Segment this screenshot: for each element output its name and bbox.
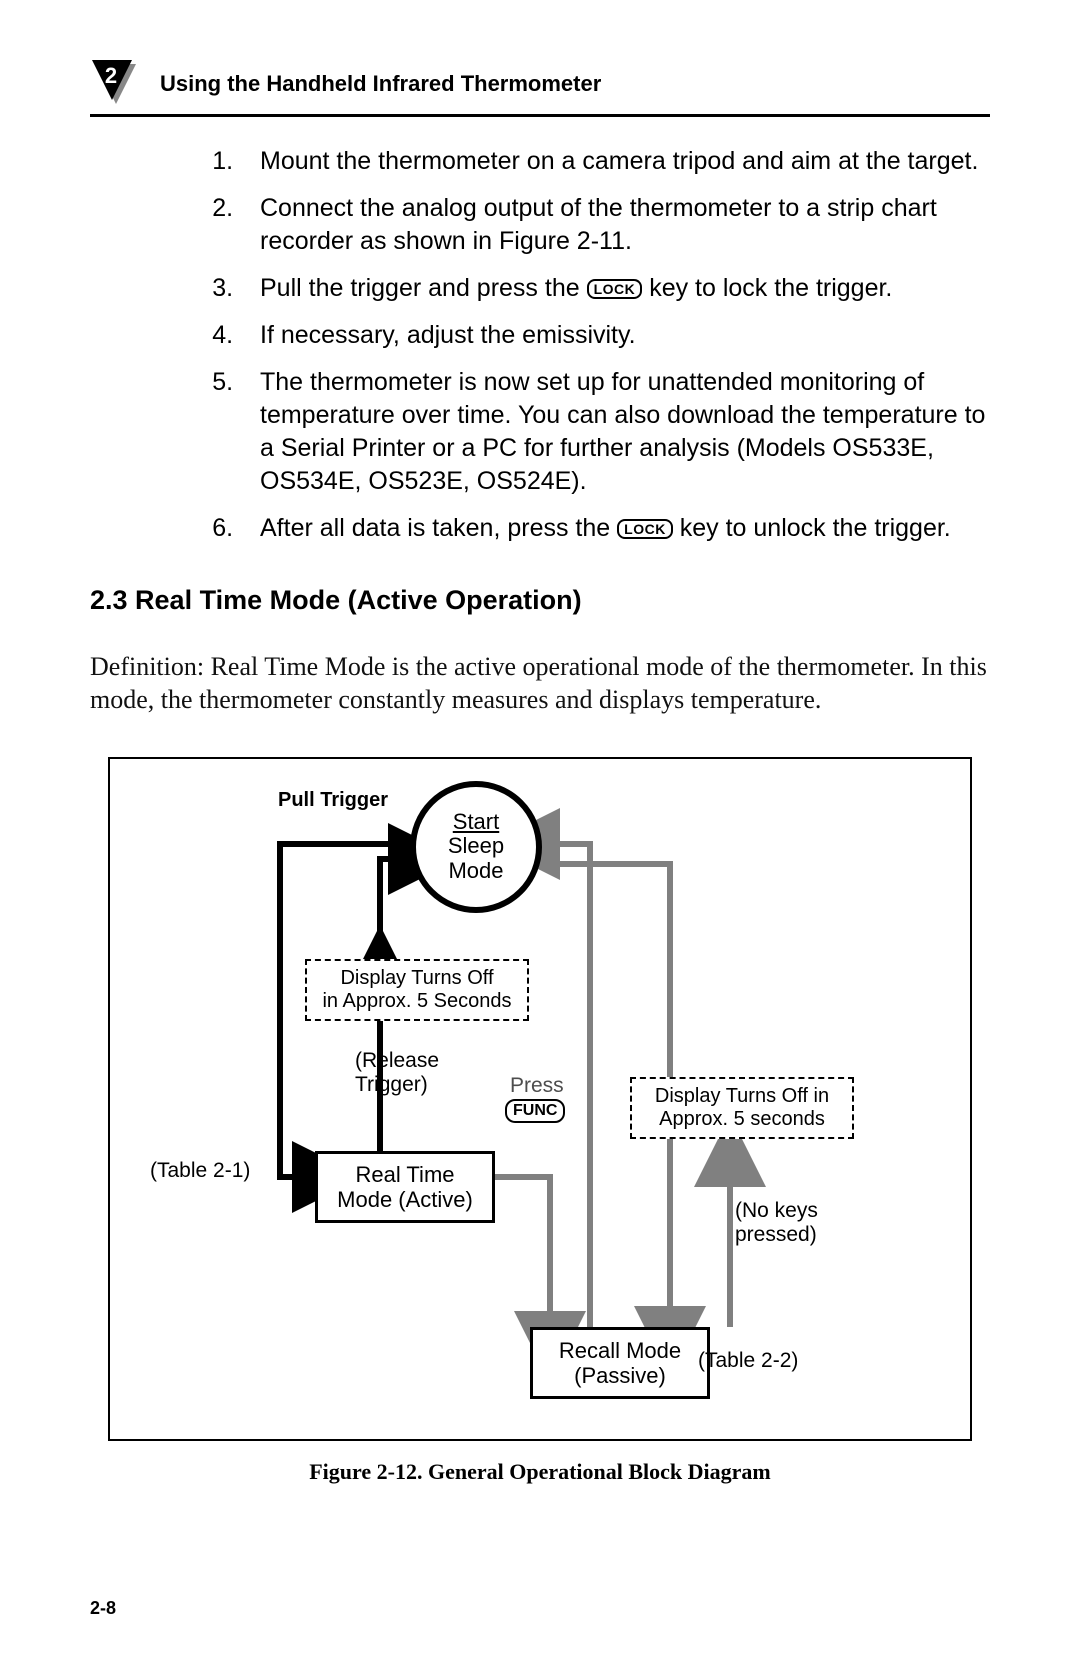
step-2: Connect the analog output of the thermom… [240,192,990,258]
header-rule [90,114,990,117]
label-pull-trigger: Pull Trigger [278,789,388,812]
node-start-sleep: Start Sleep Mode [410,781,542,913]
chapter-title: Using the Handheld Infrared Thermometer [160,71,601,97]
figure-caption: Figure 2-12. General Operational Block D… [90,1459,990,1485]
lock-key-icon: LOCK [587,279,643,299]
step-2-text: Connect the analog output of the thermom… [260,194,937,255]
step-4-text: If necessary, adjust the emissivity. [260,321,636,349]
label-table21: (Table 2-1) [150,1159,250,1183]
node-display-off-1: Display Turns Off in Approx. 5 Seconds [305,959,529,1021]
page-number: 2-8 [90,1598,116,1619]
step-6: After all data is taken, press the LOCK … [240,512,990,545]
lock-key-icon: LOCK [617,519,673,539]
step-6-text-b: key to unlock the trigger. [673,514,951,542]
node-recall-mode: Recall Mode (Passive) [530,1327,710,1400]
chapter-badge: 2 [90,60,142,108]
step-1-text: Mount the thermometer on a camera tripod… [260,147,978,175]
node-real-time: Real Time Mode (Active) [315,1151,495,1224]
label-no-keys: (No keys pressed) [735,1199,818,1247]
label-press: Press [510,1074,564,1098]
step-3-text-a: Pull the trigger and press the [260,274,587,302]
step-6-text-a: After all data is taken, press the [260,514,617,542]
block-diagram: Pull Trigger Start Sleep Mode Display Tu… [108,757,972,1441]
label-sleep-mode: Sleep Mode [448,834,504,882]
step-1: Mount the thermometer on a camera tripod… [240,145,990,178]
chapter-number: 2 [90,63,132,89]
step-3-text-b: key to lock the trigger. [642,274,892,302]
section-definition: Definition: Real Time Mode is the active… [90,650,990,717]
section-heading: 2.3 Real Time Mode (Active Operation) [90,585,990,616]
step-5-text: The thermometer is now set up for unatte… [260,368,985,495]
label-start: Start [453,810,499,834]
func-key-icon: FUNC [505,1099,565,1123]
page-header: 2 Using the Handheld Infrared Thermomete… [90,60,990,108]
label-table22: (Table 2-2) [698,1349,798,1373]
label-release-trigger: (Release Trigger) [355,1049,439,1097]
steps-list: Mount the thermometer on a camera tripod… [90,145,990,545]
step-4: If necessary, adjust the emissivity. [240,319,990,352]
node-display-off-2: Display Turns Off in Approx. 5 seconds [630,1077,854,1139]
step-5: The thermometer is now set up for unatte… [240,366,990,498]
step-3: Pull the trigger and press the LOCK key … [240,272,990,305]
